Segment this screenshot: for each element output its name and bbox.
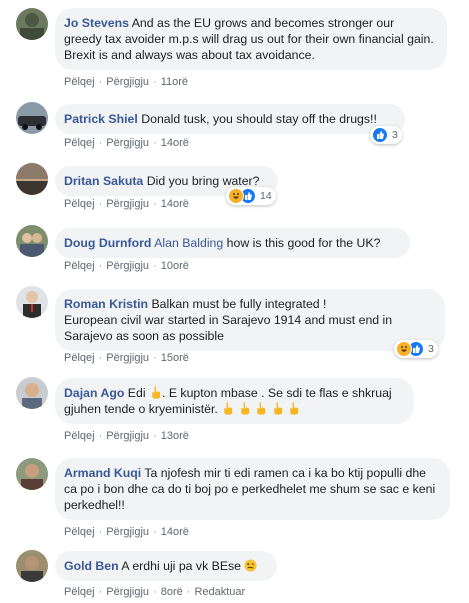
comment-author[interactable]: Gold Ben [64,559,119,573]
like-link[interactable]: Pëlqej [64,526,95,538]
comment-time[interactable]: 10orë [161,260,189,272]
avatar-image [16,163,48,195]
haha-icon [228,188,244,204]
haha-icon [396,341,412,357]
comment-author[interactable]: Roman Kristin [64,297,148,311]
pointing-up-hand-icon [290,402,299,415]
reactions-summary[interactable]: 3 [370,126,402,144]
comment-text-a: Edi [127,386,146,400]
avatar[interactable] [16,102,48,134]
comment-actions: Pëlqej · Përgjigju · 15orë [64,352,189,364]
comment-actions: Pëlqej · Përgjigju · 14orë [64,198,189,210]
avatar[interactable] [16,225,48,257]
comment-author[interactable]: Patrick Shiel [64,112,138,126]
comment-author[interactable]: Jo Stevens [64,16,129,30]
avatar[interactable] [16,286,48,318]
pointing-up-hand-icon [224,402,233,415]
comment-text: how is this good for the UK? [226,236,381,250]
pointing-up-hand-icon [240,402,249,415]
woozy-face-icon [244,559,257,572]
comment-text: Donald tusk, you should stay off the dru… [141,112,377,126]
comment-time[interactable]: 8orë [161,586,183,598]
reactions-summary[interactable]: 3 [394,340,438,358]
comment-bubble: Armand Kuqi Ta njofesh mir ti edi ramen … [55,458,450,520]
comment-author[interactable]: Dritan Sakuta [64,174,143,188]
reactions-summary[interactable]: 14 [226,187,276,205]
comment-text: Did you bring water? [146,174,260,188]
comment-time[interactable]: 11orë [161,76,188,88]
comment-actions: Pëlqej · Përgjigju · 10orë [64,260,189,272]
comment-bubble: Jo Stevens And as the EU grows and becom… [55,8,447,70]
comment-author[interactable]: Armand Kuqi [64,466,141,480]
avatar[interactable] [16,458,48,490]
like-link[interactable]: Pëlqej [64,76,95,88]
reply-link[interactable]: Përgjigju [106,430,149,442]
reply-link[interactable]: Përgjigju [106,260,149,272]
comment-bubble: Patrick Shiel Donald tusk, you should st… [55,104,405,134]
reaction-count: 3 [428,343,434,355]
comment-time[interactable]: 14orë [161,198,189,210]
reply-link[interactable]: Përgjigju [106,76,149,88]
reaction-count: 14 [260,190,272,202]
avatar[interactable] [16,8,48,40]
like-link[interactable]: Pëlqej [64,137,95,149]
reply-link[interactable]: Përgjigju [106,137,149,149]
like-link[interactable]: Pëlqej [64,430,95,442]
like-link[interactable]: Pëlqej [64,586,95,598]
avatar-image [16,458,48,490]
comment-bubble: Gold Ben A erdhi uji pa vk BEse [55,551,277,581]
comment-bubble: Roman Kristin Balkan must be fully integ… [55,289,445,351]
comment-author[interactable]: Doug Durnford [64,236,151,250]
comment-actions: Pëlqej · Përgjigju · 14orë [64,137,189,149]
avatar[interactable] [16,377,48,409]
avatar-image [16,225,48,257]
comment-text: A erdhi uji pa vk BEse [121,559,242,573]
avatar-image [16,102,48,134]
like-link[interactable]: Pëlqej [64,198,95,210]
like-icon [372,127,388,143]
comment-time[interactable]: 14orë [161,137,189,149]
comment-time[interactable]: 13orë [161,430,189,442]
emoji-row [221,402,300,416]
mention-link[interactable]: Alan Balding [154,236,223,250]
pointing-up-hand-icon [273,402,282,415]
pointing-up-hand-icon [257,402,266,415]
reaction-count: 3 [392,129,398,141]
comment-text-line2: European civil war started in Sarajevo 1… [64,313,393,343]
comment-actions: Pëlqej · Përgjigju · 13orë [64,430,189,442]
comment-time[interactable]: 15orë [161,352,189,364]
comment-actions: Pëlqej · Përgjigju · 11orë [64,76,189,88]
avatar[interactable] [16,163,48,195]
comment-bubble: Doug Durnford Alan Balding how is this g… [55,228,410,258]
like-link[interactable]: Pëlqej [64,352,95,364]
comment-time[interactable]: 14orë [161,526,189,538]
edited-label[interactable]: Redaktuar [194,586,245,598]
comment-text: Balkan must be fully integrated ! [151,297,327,311]
pointing-up-hand-icon [152,386,161,399]
avatar-image [16,550,48,582]
avatar-image [16,377,48,409]
comment-actions: Pëlqej · Përgjigju · 8orë · Redaktuar [64,586,246,598]
reply-link[interactable]: Përgjigju [106,198,149,210]
reply-link[interactable]: Përgjigju [106,586,149,598]
reply-link[interactable]: Përgjigju [106,352,149,364]
comment-actions: Pëlqej · Përgjigju · 14orë [64,526,189,538]
avatar-image [16,8,48,40]
comment-bubble: Dajan Ago Edi . E kupton mbase . Se sdi … [55,378,414,424]
like-link[interactable]: Pëlqej [64,260,95,272]
comment-author[interactable]: Dajan Ago [64,386,124,400]
reply-link[interactable]: Përgjigju [106,526,149,538]
avatar-image [16,286,48,318]
avatar[interactable] [16,550,48,582]
